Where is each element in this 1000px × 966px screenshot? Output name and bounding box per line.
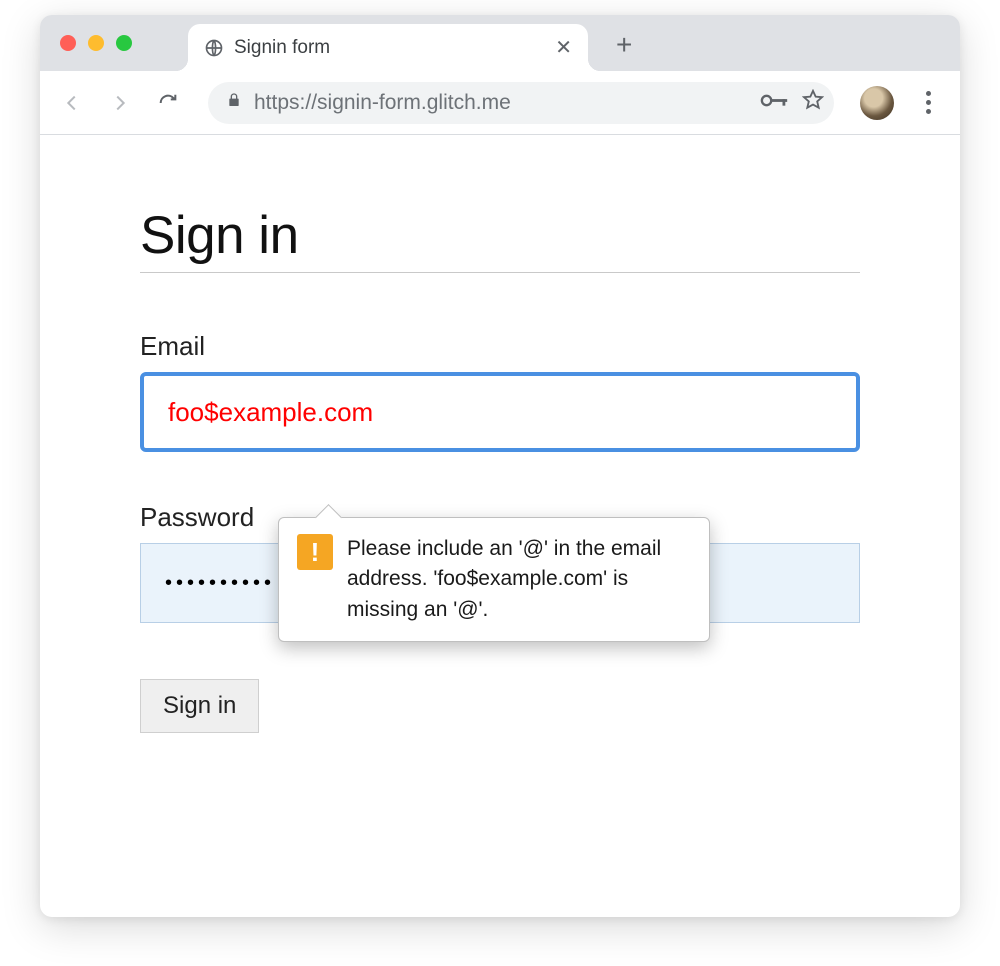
globe-icon <box>204 38 224 58</box>
back-button[interactable] <box>52 83 92 123</box>
bookmark-star-icon[interactable] <box>802 89 824 116</box>
titlebar: Signin form ✕ + <box>40 15 960 71</box>
profile-avatar[interactable] <box>860 86 894 120</box>
browser-tab[interactable]: Signin form ✕ <box>188 24 588 71</box>
page-title: Sign in <box>140 205 860 273</box>
signin-button[interactable]: Sign in <box>140 679 259 733</box>
browser-toolbar: https://signin-form.glitch.me <box>40 71 960 135</box>
minimize-window-button[interactable] <box>88 35 104 51</box>
close-window-button[interactable] <box>60 35 76 51</box>
url-text: https://signin-form.glitch.me <box>254 91 748 115</box>
key-icon[interactable] <box>760 93 790 113</box>
tab-title: Signin form <box>234 37 545 59</box>
forward-button[interactable] <box>100 83 140 123</box>
close-tab-icon[interactable]: ✕ <box>555 35 572 60</box>
lock-icon <box>226 92 242 113</box>
browser-menu-button[interactable] <box>908 91 948 114</box>
window-controls <box>60 35 132 51</box>
address-bar[interactable]: https://signin-form.glitch.me <box>208 82 834 124</box>
email-label: Email <box>140 331 860 362</box>
reload-button[interactable] <box>148 83 188 123</box>
browser-window: Signin form ✕ + https://signin-form.glit… <box>40 15 960 917</box>
validation-message: Please include an '@' in the email addre… <box>347 534 691 625</box>
page-content: Sign in Email Password Sign in <box>40 135 960 803</box>
warning-icon: ! <box>297 534 333 570</box>
validation-tooltip: ! Please include an '@' in the email add… <box>278 517 710 642</box>
email-field[interactable] <box>140 372 860 452</box>
maximize-window-button[interactable] <box>116 35 132 51</box>
new-tab-button[interactable]: + <box>616 29 632 61</box>
